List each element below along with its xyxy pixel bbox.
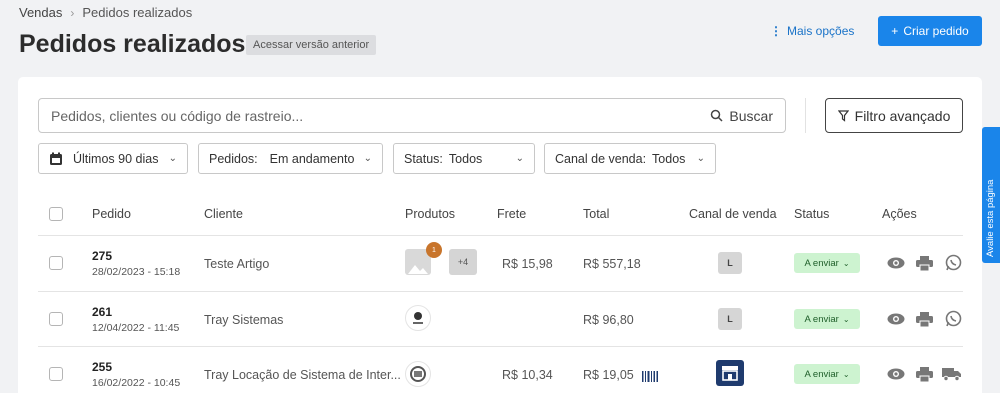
advanced-filter-label: Filtro avançado [854, 107, 951, 124]
header-client[interactable]: Cliente [204, 207, 243, 221]
row-checkbox[interactable] [49, 312, 63, 326]
search-button-label: Buscar [729, 107, 773, 124]
search-button[interactable]: Buscar [710, 108, 773, 124]
feedback-tab[interactable]: Avalie esta página [982, 127, 1000, 263]
more-options-label: Mais opções [787, 24, 855, 38]
view-icon[interactable] [886, 365, 906, 383]
orders-filter-dropdown[interactable]: Pedidos: Em andamento ⌄ [198, 143, 383, 174]
date-filter-value: Últimos 90 dias [73, 151, 159, 166]
print-icon[interactable] [914, 254, 934, 272]
row-checkbox[interactable] [49, 367, 63, 381]
barcode-icon [642, 369, 658, 387]
more-options-button[interactable]: ⋮ Mais opções [770, 24, 854, 38]
truck-icon[interactable] [941, 365, 963, 383]
header-actions: Ações [882, 207, 917, 221]
channel-filter-value: Todos [652, 151, 686, 166]
divider [805, 98, 806, 133]
order-number[interactable]: 255 [92, 360, 112, 374]
chevron-right-icon: › [70, 5, 75, 20]
print-icon[interactable] [914, 365, 934, 383]
search-input[interactable]: Pedidos, clientes ou código de rastreio.… [38, 98, 786, 133]
filter-icon [837, 109, 849, 122]
more-vertical-icon: ⋮ [770, 24, 782, 38]
select-all-checkbox[interactable] [49, 207, 63, 221]
row-checkbox[interactable] [49, 256, 63, 270]
whatsapp-icon[interactable] [943, 253, 963, 271]
order-number[interactable]: 261 [92, 305, 112, 319]
print-icon[interactable] [914, 310, 934, 328]
product-logo-icon [410, 366, 426, 382]
status-filter-dropdown[interactable]: Status: Todos ⌄ [393, 143, 535, 174]
header-order[interactable]: Pedido [92, 207, 131, 221]
client-name: Teste Artigo [204, 257, 270, 271]
status-label: A enviar [804, 368, 839, 380]
more-products-button[interactable]: +4 [449, 249, 477, 275]
status-label: A enviar [804, 313, 839, 325]
whatsapp-icon[interactable] [943, 309, 963, 327]
table-divider [38, 235, 963, 236]
breadcrumb: Vendas › Pedidos realizados [19, 5, 192, 20]
client-name: Tray Locação de Sistema de Inter... [204, 368, 401, 382]
sales-channel-badge: L [718, 252, 742, 274]
header-products: Produtos [405, 207, 456, 221]
breadcrumb-current: Pedidos realizados [82, 5, 193, 20]
search-placeholder: Pedidos, clientes ou código de rastreio.… [51, 107, 304, 124]
status-filter-value: Todos [448, 151, 483, 166]
table-divider [38, 346, 963, 347]
image-placeholder-icon [408, 265, 428, 274]
status-label: A enviar [804, 257, 839, 269]
status-filter-label: Status: [404, 151, 443, 166]
header-total[interactable]: Total [583, 207, 609, 221]
breadcrumb-root-link[interactable]: Vendas [19, 5, 62, 20]
chevron-down-icon: ⌄ [363, 153, 372, 164]
chevron-down-icon: ⌄ [515, 153, 524, 164]
view-icon[interactable] [886, 254, 906, 272]
status-dropdown[interactable]: A enviar ⌄ [794, 309, 860, 329]
shipping-value: R$ 10,34 [502, 368, 553, 382]
sales-channel-store-icon [716, 360, 744, 386]
feedback-tab-label: Avalie esta página [985, 179, 996, 257]
page-title: Pedidos realizados [19, 30, 246, 58]
chevron-down-icon: ⌄ [842, 314, 850, 324]
order-date: 16/02/2022 - 10:45 [92, 377, 181, 389]
header-channel: Canal de venda [689, 207, 777, 221]
plus-icon: + [891, 24, 899, 38]
order-number[interactable]: 275 [92, 249, 112, 263]
total-value: R$ 557,18 [583, 257, 641, 271]
calendar-icon [50, 152, 62, 165]
order-date: 12/04/2022 - 11:45 [92, 322, 180, 334]
table-divider [38, 291, 963, 292]
create-order-button[interactable]: + Criar pedido [878, 16, 982, 46]
orders-filter-value: Em andamento [269, 151, 355, 166]
create-order-label: Criar pedido [903, 24, 969, 38]
product-logo-icon [413, 312, 423, 324]
product-thumbnail[interactable] [405, 305, 431, 331]
sales-channel-badge: L [718, 308, 742, 330]
product-quantity-badge: 1 [426, 242, 442, 258]
total-value: R$ 96,80 [583, 313, 634, 327]
client-name: Tray Sistemas [204, 313, 284, 327]
order-date: 28/02/2023 - 15:18 [92, 266, 181, 278]
advanced-filter-button[interactable]: Filtro avançado [825, 98, 963, 133]
orders-filter-label: Pedidos: [209, 151, 258, 166]
search-icon [711, 109, 723, 122]
channel-filter-label: Canal de venda: [555, 151, 647, 166]
product-thumbnail[interactable] [405, 361, 431, 387]
date-filter-dropdown[interactable]: Últimos 90 dias ⌄ [38, 143, 188, 174]
header-shipping[interactable]: Frete [497, 207, 526, 221]
chevron-down-icon: ⌄ [842, 369, 850, 379]
status-dropdown[interactable]: A enviar ⌄ [794, 253, 860, 273]
chevron-down-icon: ⌄ [842, 258, 850, 268]
chevron-down-icon: ⌄ [168, 153, 177, 164]
old-version-button[interactable]: Acessar versão anterior [246, 35, 377, 55]
chevron-down-icon: ⌄ [696, 153, 705, 164]
total-value: R$ 19,05 [583, 368, 634, 382]
status-dropdown[interactable]: A enviar ⌄ [794, 364, 860, 384]
header-status: Status [794, 207, 830, 221]
channel-filter-dropdown[interactable]: Canal de venda: Todos ⌄ [544, 143, 716, 174]
view-icon[interactable] [886, 310, 906, 328]
shipping-value: R$ 15,98 [502, 257, 553, 271]
